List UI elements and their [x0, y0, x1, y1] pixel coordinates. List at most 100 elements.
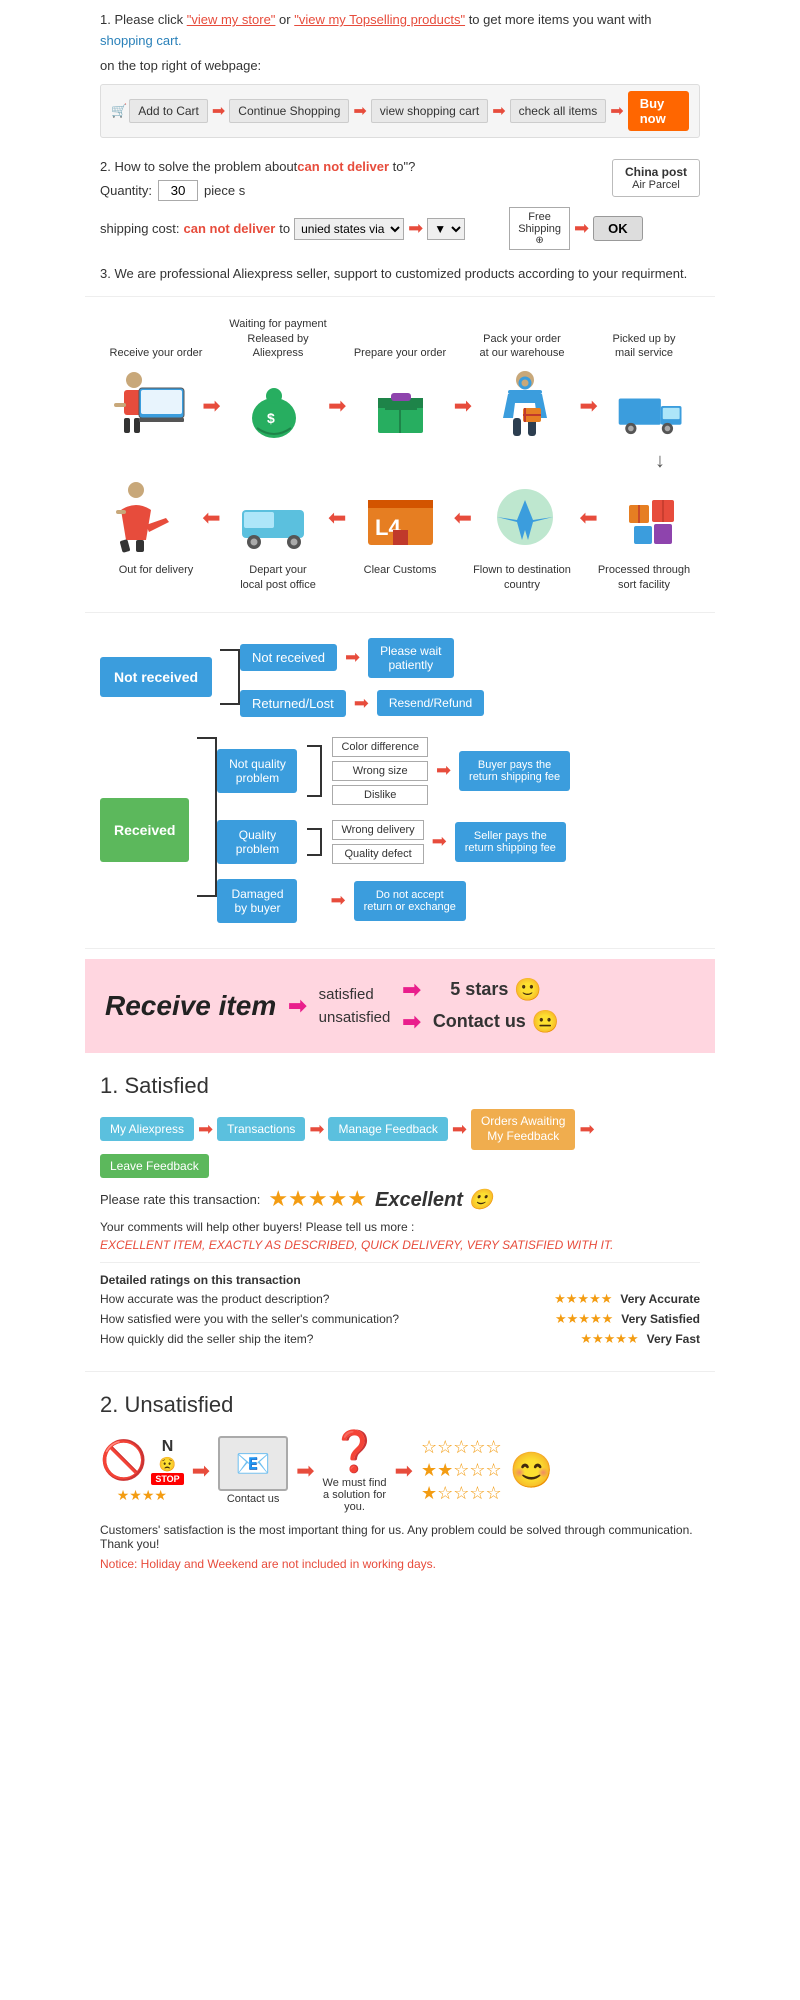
quantity-row: Quantity: piece s [100, 180, 602, 201]
banner-arrows: ➡ ➡ [402, 977, 420, 1035]
process-icon-4 [598, 363, 705, 448]
add-to-cart-btn[interactable]: Add to Cart [129, 99, 208, 123]
process-bottom-label-1: Depart yourlocal post office [223, 563, 333, 592]
process-icon-b4 [598, 475, 705, 560]
process-label-1: Waiting for paymentReleased by Aliexpres… [223, 317, 333, 360]
arrow2: ➡ [353, 101, 366, 121]
arrow4: ➡ [610, 101, 623, 121]
arrow3: ➡ [492, 101, 505, 121]
happy-smiley: 🙂 [514, 977, 541, 1003]
process-icon-b3 [472, 475, 579, 560]
view-store-link[interactable]: "view my store" [187, 12, 276, 27]
nr-arrow1: ➡ [345, 647, 360, 668]
can-not-deliver-text: can not deliver [297, 159, 389, 174]
process-label-0: Receive your order [101, 346, 211, 360]
rating-question-1: How satisfied were you with the seller's… [100, 1312, 399, 1326]
nav-transactions[interactable]: Transactions [217, 1117, 305, 1141]
nq-arrow: ➡ [436, 760, 451, 781]
process-bottom-label-4: Processed throughsort facility [589, 563, 699, 592]
not-received-branch-2: Returned/Lost ➡ Resend/Refund [240, 690, 484, 717]
damaged-box: Damagedby buyer [217, 879, 297, 923]
unsat-arrow2: ➡ [296, 1458, 314, 1484]
view-topselling-link[interactable]: "view my Topselling products" [294, 12, 465, 27]
banner-results: 5 stars 🙂 Contact us 😐 [433, 977, 559, 1035]
nav-arrow4: ➡ [579, 1119, 594, 1140]
process-icons-row-bottom: ⬅ ⬅ L4 ⬅ [95, 475, 705, 560]
rating-row-0: How accurate was the product description… [100, 1291, 700, 1307]
rating-stars-1: ★★★★★ [555, 1311, 613, 1327]
quality-sub-boxes: Wrong delivery Quality defect [332, 820, 423, 864]
satisfaction-flow: satisfied unsatisfied [319, 986, 391, 1026]
process-icons-row-top: ➡ $ ➡ ➡ [95, 363, 705, 448]
rate-row: Please rate this transaction: ★★★★★ Exce… [100, 1186, 700, 1212]
email-icon: 📧 [218, 1436, 288, 1491]
rating-stars-0: ★★★★★ [554, 1291, 612, 1307]
notice1-text: Customers' satisfaction is the most impo… [100, 1523, 700, 1551]
unsat-stars-row3: ★☆☆☆☆ [421, 1483, 502, 1504]
no-return-box: Do not acceptreturn or exchange [354, 881, 466, 921]
nav-my-aliexpress[interactable]: My Aliexpress [100, 1117, 194, 1141]
divider1 [85, 296, 715, 297]
damaged-row: Damagedby buyer ➡ Do not acceptreturn or… [217, 879, 570, 923]
rating-result-0: Very Accurate [620, 1292, 700, 1306]
view-cart-btn[interactable]: view shopping cart [371, 99, 488, 123]
arrow-shipping: ➡ [408, 218, 423, 239]
not-received-result1: Please waitpatiently [368, 638, 453, 678]
unsat-stars-group: ☆☆☆☆☆ ★★☆☆☆ ★☆☆☆☆ [421, 1437, 502, 1504]
quality-box: Qualityproblem [217, 820, 297, 864]
divider2 [85, 612, 715, 613]
process-bottom-label-3: Flown to destinationcountry [467, 563, 577, 592]
shipping-row: shipping cost: can not deliver to unied … [100, 207, 700, 250]
continue-shopping-btn[interactable]: Continue Shopping [229, 99, 349, 123]
rating-stars-2: ★★★★★ [580, 1331, 638, 1347]
shipping-method-select[interactable]: ▼ [427, 218, 465, 240]
banner-arrow3: ➡ [402, 1009, 420, 1035]
five-stars-row: 5 stars 🙂 [450, 977, 541, 1003]
sub-dislike: Dislike [332, 785, 427, 805]
process-icon-b0 [95, 475, 202, 560]
process-label-2: Prepare your order [345, 346, 455, 360]
sub-wrong-delivery: Wrong delivery [332, 820, 423, 840]
ok-button[interactable]: OK [593, 216, 643, 241]
neutral-smiley: 😐 [532, 1009, 559, 1035]
china-post-box: China post Air Parcel [612, 159, 700, 197]
detailed-label: Detailed ratings on this transaction [100, 1273, 700, 1287]
china-post-sub: Air Parcel [625, 179, 687, 191]
process-top-labels: Receive your order Waiting for paymentRe… [95, 317, 705, 360]
process-icon-b1 [221, 475, 328, 560]
buy-now-btn[interactable]: Buy now [628, 91, 689, 131]
rating-question-2: How quickly did the seller ship the item… [100, 1332, 313, 1346]
process-bottom-label-0: Out for delivery [101, 563, 211, 592]
proc-arrow-b3: ⬅ [454, 505, 472, 531]
no-sign-icon: 🚫 [100, 1439, 147, 1483]
d-arrow: ➡ [330, 890, 345, 911]
rating-question-0: How accurate was the product description… [100, 1292, 329, 1306]
rating-row-2: How quickly did the seller ship the item… [100, 1331, 700, 1347]
arrow-shipping2: ➡ [574, 218, 589, 239]
satisfied-title: 1. Satisfied [100, 1073, 700, 1099]
quantity-input[interactable] [158, 180, 198, 201]
contact-us-text: Contact us [433, 1011, 526, 1032]
satisfied-section: 1. Satisfied My Aliexpress ➡ Transaction… [85, 1063, 715, 1361]
unsat-arrow1: ➡ [192, 1458, 210, 1484]
received-sub-branches: Not qualityproblem Color difference Wron… [217, 737, 570, 923]
nav-arrow2: ➡ [309, 1119, 324, 1140]
country-select[interactable]: unied states via [294, 218, 404, 240]
q-arrow: ➡ [432, 831, 447, 852]
china-post-title: China post [625, 165, 687, 179]
divider4 [100, 1262, 700, 1263]
unsatisfied-label: unsatisfied [319, 1009, 391, 1026]
check-all-btn[interactable]: check all items [510, 99, 607, 123]
shopping-cart-text: shopping cart. [100, 31, 700, 52]
excellent-text: Excellent 🙂 [375, 1187, 493, 1212]
red-comment: EXCELLENT ITEM, EXACTLY AS DESCRIBED, QU… [100, 1238, 700, 1252]
nav-manage-feedback[interactable]: Manage Feedback [328, 1117, 447, 1141]
unsat-icon-group3: ❓ We must finda solution foryou. [323, 1428, 387, 1513]
step3-text: 3. We are professional Aliexpress seller… [100, 266, 700, 281]
receive-item-text: Receive item [105, 990, 276, 1022]
seller-pays-box: Seller pays thereturn shipping fee [455, 822, 566, 862]
nav-leave-feedback[interactable]: Leave Feedback [100, 1154, 209, 1178]
not-received-box1: Not received [240, 644, 337, 671]
nav-orders-awaiting[interactable]: Orders AwaitingMy Feedback [471, 1109, 576, 1150]
unsat-icon-group2: 📧 Contact us [218, 1436, 288, 1505]
